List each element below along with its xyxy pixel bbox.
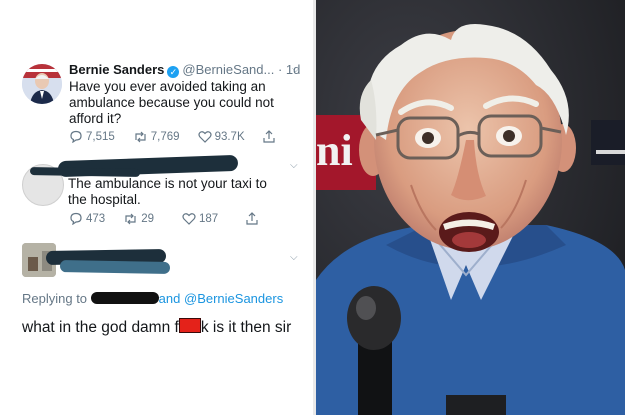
tweet-thread-panel: Bernie Sanders ✓ @BernieSand... · 1d ⌵ Hav… xyxy=(0,0,313,415)
like-count: 93.7K xyxy=(214,130,245,143)
verified-icon: ✓ xyxy=(167,66,180,78)
tweet-text: Have you ever avoided taking an ambulanc… xyxy=(69,79,274,126)
avatar-portrait-icon xyxy=(22,64,62,104)
tweet-text-start: what in the god damn f xyxy=(22,319,179,336)
tweet-text: what in the god damn f k is it then sir xyxy=(22,316,307,340)
retweet-count: 7,769 xyxy=(150,130,180,143)
reply-count: 7,515 xyxy=(86,130,115,143)
like-icon xyxy=(182,213,196,225)
replying-to: Replying to and @BernieSanders xyxy=(22,291,283,306)
reply-icon xyxy=(70,212,82,225)
reply-icon xyxy=(70,130,82,143)
replying-prefix: Replying to xyxy=(22,291,88,306)
tweet-text-end: k is it then sir xyxy=(200,319,292,336)
replying-and: and xyxy=(158,291,181,306)
tweet-actions: 7,515 7,769 93.7K xyxy=(69,130,296,143)
like-button[interactable]: 93.7K xyxy=(197,130,245,143)
tweet-header: Bernie Sanders ✓ @BernieSand... · 1d xyxy=(69,62,300,78)
share-button[interactable] xyxy=(246,212,261,225)
tweet-text: The ambulance is not your taxi to the ho… xyxy=(68,176,267,207)
tweet-actions: 473 29 187 xyxy=(69,212,279,225)
chevron-down-icon[interactable]: ⌵ xyxy=(290,252,311,263)
retweet-button[interactable]: 7,769 xyxy=(133,130,180,143)
chevron-down-icon[interactable]: ⌵ xyxy=(290,160,311,171)
chevron-down-icon[interactable]: ⌵ xyxy=(292,64,305,75)
retweet-icon xyxy=(135,131,146,142)
share-button[interactable] xyxy=(263,130,278,143)
like-button[interactable]: 187 xyxy=(182,212,218,225)
avatar[interactable] xyxy=(22,64,62,104)
mention-link[interactable]: @BernieSanders xyxy=(184,291,283,306)
author-name[interactable]: Bernie Sanders xyxy=(69,62,164,77)
redaction-mark xyxy=(59,260,171,274)
reply-count: 473 xyxy=(86,212,106,225)
like-icon xyxy=(197,131,212,143)
author-handle[interactable]: @BernieSand... xyxy=(182,62,274,77)
retweet-count: 29 xyxy=(141,212,154,225)
censor-mark xyxy=(178,318,201,333)
retweet-button[interactable]: 29 xyxy=(123,212,154,225)
reaction-photo: ni xyxy=(316,0,625,415)
shocked-man-photo-icon: ni xyxy=(316,0,625,415)
share-icon xyxy=(263,130,275,143)
reply-button[interactable]: 7,515 xyxy=(69,130,115,143)
retweet-icon xyxy=(125,213,136,224)
share-icon xyxy=(246,212,258,225)
svg-text:ni: ni xyxy=(316,126,353,175)
reply-button[interactable]: 473 xyxy=(69,212,105,225)
like-count: 187 xyxy=(198,212,219,225)
redaction-mark xyxy=(90,292,159,304)
